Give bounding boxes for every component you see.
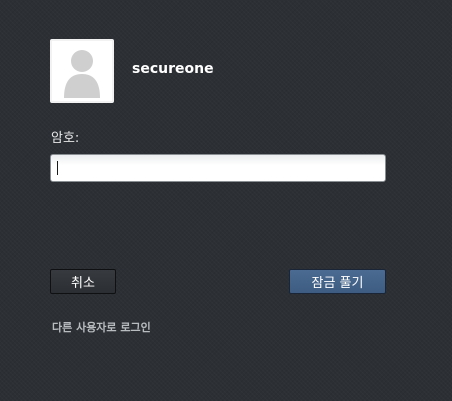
- text-cursor: [57, 161, 58, 175]
- unlock-button[interactable]: 잠금 풀기: [289, 269, 386, 294]
- username-label: secureone: [132, 61, 214, 77]
- user-avatar: [50, 39, 114, 103]
- password-label: 암호:: [51, 131, 80, 146]
- user-silhouette-icon: [52, 41, 112, 101]
- cancel-button[interactable]: 취소: [50, 269, 116, 294]
- switch-user-link[interactable]: 다른 사용자로 로그인: [52, 319, 151, 335]
- password-input[interactable]: [50, 154, 386, 182]
